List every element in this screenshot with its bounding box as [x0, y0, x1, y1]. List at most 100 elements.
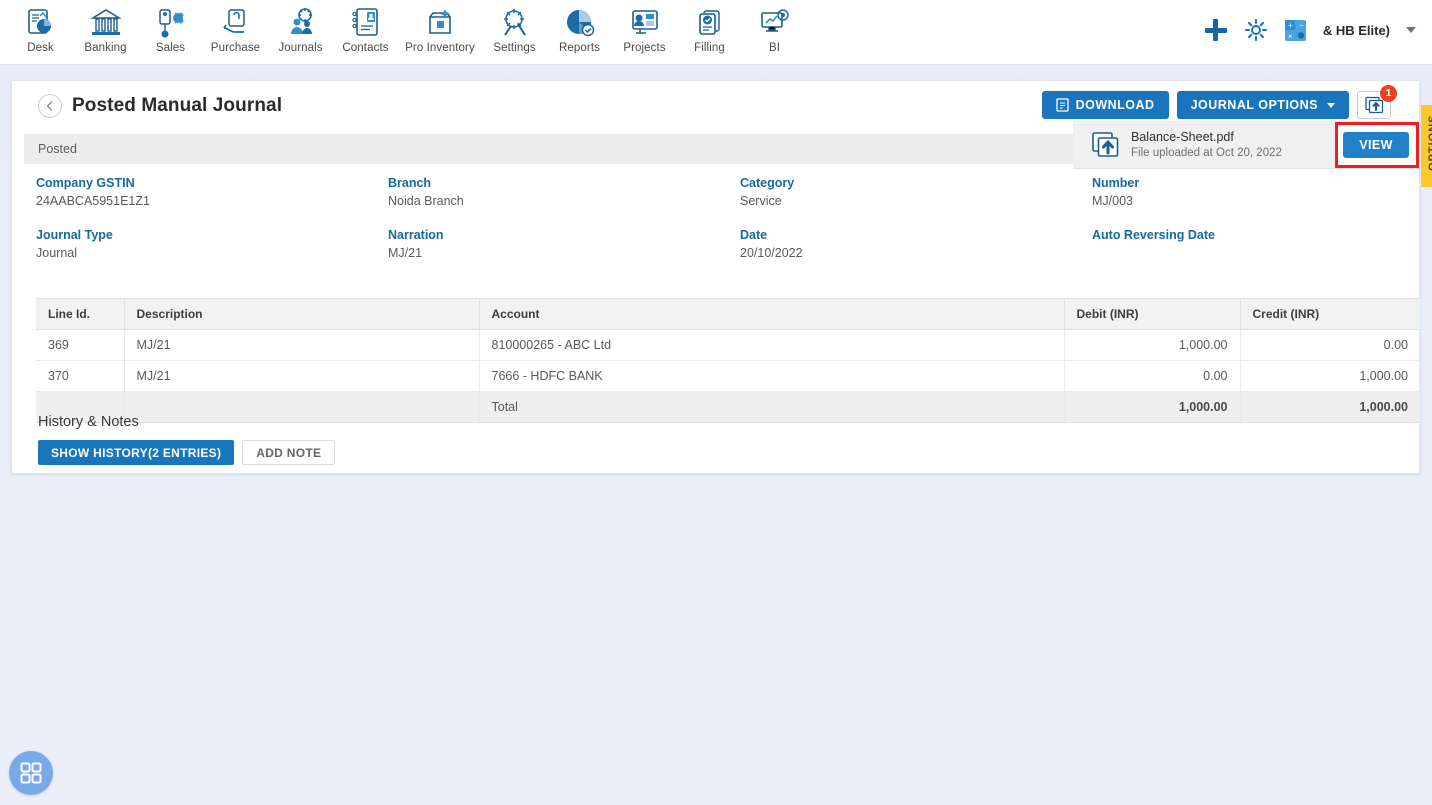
nav-label: Purchase [210, 42, 261, 54]
status-text: Posted [38, 142, 77, 156]
cell-account: 7666 - HDFC BANK [479, 360, 1065, 392]
cell-line-id: 369 [36, 329, 125, 361]
cell-total-label: Total [479, 391, 1065, 423]
dashboard-icon [27, 9, 51, 34]
nav-item-settings[interactable]: Settings [482, 0, 547, 54]
nav-label: Contacts [342, 42, 389, 54]
back-button[interactable] [38, 94, 62, 118]
svg-text:+: + [1288, 21, 1293, 30]
field-auto-reversing-date: Auto Reversing Date [1080, 228, 1409, 260]
column-header-description: Description [124, 298, 480, 330]
history-buttons: SHOW HISTORY(2 ENTRIES) ADD NOTE [38, 440, 336, 465]
bi-icon [760, 9, 789, 32]
nav-item-filling[interactable]: Filling [677, 0, 742, 54]
attachment-count-badge: 1 [1380, 85, 1397, 102]
svg-text:×: × [1288, 32, 1293, 41]
column-header-credit: Credit (INR) [1240, 298, 1420, 330]
column-header-line-id: Line Id. [36, 298, 125, 330]
nav-items: Desk Banking Sales Purchase Journals Con… [0, 0, 807, 54]
filling-icon [698, 10, 720, 35]
field-category: Category Service [728, 176, 1080, 208]
plus-icon[interactable] [1204, 18, 1228, 42]
show-history-button[interactable]: SHOW HISTORY(2 ENTRIES) [38, 440, 235, 465]
download-button[interactable]: DOWNLOAD [1041, 91, 1169, 119]
attachment-file-name[interactable]: Balance-Sheet.pdf [1131, 130, 1282, 144]
nav-label: Desk [27, 42, 54, 54]
inventory-icon [429, 9, 451, 34]
upload-attachment-icon [1364, 96, 1383, 114]
nav-item-reports[interactable]: Reports [547, 0, 612, 54]
field-label: Company GSTIN [36, 176, 135, 190]
cell-description: MJ/21 [124, 329, 480, 361]
view-button-wrap: VIEW [1335, 121, 1419, 168]
chevron-left-icon [46, 101, 53, 111]
journal-options-button[interactable]: JOURNAL OPTIONS [1176, 91, 1349, 119]
top-navigation-bar: Desk Banking Sales Purchase Journals Con… [0, 0, 1432, 65]
journal-fields-grid: Company GSTIN 24AABCA5951E1Z1 Branch Noi… [24, 176, 1409, 260]
table-head: Line Id. Description Account Debit (INR)… [36, 298, 1420, 330]
calculator-icon[interactable]: + − × [1284, 19, 1307, 42]
contacts-icon [351, 8, 378, 36]
add-note-label: ADD NOTE [256, 445, 322, 460]
nav-label: BI [768, 42, 781, 54]
attachment-meta: Balance-Sheet.pdf File uploaded at Oct 2… [1131, 130, 1282, 159]
nav-item-projects[interactable]: Projects [612, 0, 677, 54]
nav-label: Journals [278, 42, 323, 54]
nav-label: Projects [623, 42, 666, 54]
field-label: Category [740, 176, 795, 190]
journals-icon [290, 8, 312, 34]
field-value: Noida Branch [388, 194, 464, 208]
caret-down-icon [1327, 102, 1335, 108]
sales-icon [158, 9, 184, 38]
nav-item-contacts[interactable]: Contacts [333, 0, 398, 54]
nav-item-journals[interactable]: Journals [268, 0, 333, 54]
cell-total-debit: 1,000.00 [1064, 391, 1241, 423]
apps-launcher-button[interactable] [9, 751, 53, 795]
field-value: MJ/21 [388, 246, 423, 260]
download-label: DOWNLOAD [1075, 98, 1155, 112]
svg-text:−: − [1299, 21, 1304, 30]
cell-credit: 0.00 [1240, 329, 1420, 361]
column-header-debit: Debit (INR) [1064, 298, 1241, 330]
nav-label: Filling [694, 42, 725, 54]
nav-item-bi[interactable]: BI [742, 0, 807, 54]
field-value: MJ/003 [1092, 194, 1133, 208]
nav-item-banking[interactable]: Banking [73, 0, 138, 54]
table-row[interactable]: 370 MJ/21 7666 - HDFC BANK 0.00 1,000.00 [36, 360, 1420, 392]
add-note-button[interactable]: ADD NOTE [242, 440, 336, 465]
field-branch: Branch Noida Branch [376, 176, 728, 208]
nav-label: Banking [84, 42, 127, 54]
options-tab-label: OPTIONS [1426, 114, 1432, 171]
journal-options-label: JOURNAL OPTIONS [1190, 98, 1318, 112]
field-value: 24AABCA5951E1Z1 [36, 194, 150, 208]
nav-label: Pro Inventory [405, 42, 475, 54]
view-attachment-button[interactable]: VIEW [1343, 131, 1409, 158]
page-title: Posted Manual Journal [72, 95, 283, 116]
field-company-gstin: Company GSTIN 24AABCA5951E1Z1 [24, 176, 376, 208]
account-name[interactable]: & HB Elite) [1323, 23, 1390, 38]
field-narration: Narration MJ/21 [376, 228, 728, 260]
cell-description: MJ/21 [124, 360, 480, 392]
show-history-label: SHOW HISTORY(2 ENTRIES) [51, 445, 222, 460]
card-header: Posted Manual Journal DOWNLOAD JOURNAL O… [12, 81, 1419, 125]
nav-item-sales[interactable]: Sales [138, 0, 203, 54]
field-label: Journal Type [36, 228, 113, 242]
journal-detail-card: Posted Manual Journal DOWNLOAD JOURNAL O… [11, 80, 1432, 474]
nav-item-pro-inventory[interactable]: Pro Inventory [398, 0, 482, 54]
gear-icon[interactable] [1244, 18, 1268, 42]
header-action-buttons: DOWNLOAD JOURNAL OPTIONS 1 [1041, 85, 1397, 119]
chevron-down-icon[interactable] [1406, 27, 1416, 33]
table-row[interactable]: 369 MJ/21 810000265 - ABC Ltd 1,000.00 0… [36, 329, 1420, 361]
column-header-account: Account [479, 298, 1065, 330]
options-side-tab[interactable]: OPTIONS [1421, 105, 1432, 187]
nav-item-purchase[interactable]: Purchase [203, 0, 268, 54]
upload-attachment-button[interactable]: 1 [1357, 85, 1397, 119]
pdf-document-icon [1055, 98, 1069, 112]
cell-credit: 1,000.00 [1240, 360, 1420, 392]
apps-grid-icon [20, 762, 42, 784]
field-number: Number MJ/003 [1080, 176, 1409, 208]
field-label: Date [740, 228, 768, 242]
field-value: 20/10/2022 [740, 246, 803, 260]
nav-item-desk[interactable]: Desk [8, 0, 73, 54]
nav-label: Settings [493, 42, 536, 54]
